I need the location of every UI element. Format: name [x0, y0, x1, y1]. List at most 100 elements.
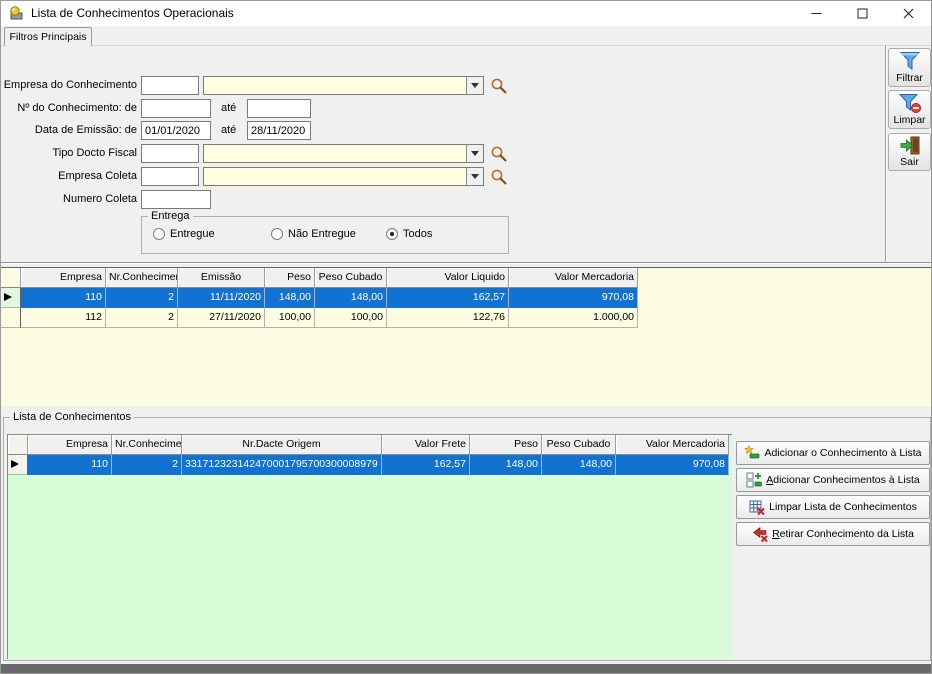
limpar-lista-button[interactable]: Limpar Lista de Conhecimentos — [736, 495, 930, 519]
empresa-coleta-label: Empresa Coleta — [1, 170, 137, 182]
empresa-coleta-code-input[interactable] — [141, 167, 199, 186]
tipo-docto-fiscal-search-button[interactable] — [490, 145, 508, 163]
grid2-cell: 162,57 — [382, 455, 470, 475]
close-button[interactable] — [885, 1, 931, 26]
grid1-cell: 162,57 — [387, 288, 509, 308]
radio-entregue[interactable]: Entregue — [153, 228, 215, 240]
app-window: Lista de Conhecimentos Operacionais Filt… — [0, 0, 932, 674]
grid1-col-emissao: Emissão — [178, 268, 265, 288]
data-emissao-de-input[interactable] — [141, 121, 211, 140]
grid1-col-nr-conhecimento: Nr.Conhecimento — [106, 268, 178, 288]
empresa-conhecimento-code-input[interactable] — [141, 76, 199, 95]
filter-funnel-icon — [898, 51, 922, 71]
window-controls — [793, 1, 931, 26]
sair-label: Sair — [900, 156, 919, 168]
sair-button[interactable]: Sair — [888, 133, 931, 171]
grid2-header-row: Empresa Nr.Conhecimento Nr.Dacte Origem … — [8, 435, 732, 455]
empresa-coleta-combo-dropdown[interactable] — [466, 168, 483, 185]
grid1-cell: 100,00 — [315, 308, 387, 328]
tipo-docto-fiscal-combo-dropdown[interactable] — [466, 145, 483, 162]
row-indicator-icon — [11, 460, 19, 468]
radio-todos-label: Todos — [403, 228, 432, 240]
grid2-cell-dacte: 331712323142470001795700300008979 — [182, 455, 382, 475]
tabstrip-baseline — [1, 45, 932, 46]
grid1-header-row: Empresa Nr.Conhecimento Emissão Peso Pes… — [1, 268, 932, 288]
horizontal-divider — [1, 262, 932, 264]
grid2-cell: 970,08 — [616, 455, 729, 475]
button-label: Adicionar o Conhecimento à Lista — [764, 447, 921, 459]
tipo-docto-fiscal-combo[interactable] — [203, 144, 484, 163]
empresa-conhecimento-combo-value — [204, 77, 466, 94]
tipo-docto-fiscal-combo-value — [204, 145, 466, 162]
grid2-row-selected[interactable]: 110 2 331712323142470001795700300008979 … — [8, 455, 732, 475]
tipo-docto-fiscal-label: Tipo Docto Fiscal — [1, 147, 137, 159]
grid2-row1-indicator — [8, 455, 28, 475]
grid1-col-peso-cubado: Peso Cubado — [315, 268, 387, 288]
empresa-conhecimento-combo[interactable] — [203, 76, 484, 95]
grid2-col-valor-mercadoria: Valor Mercadoria — [616, 435, 729, 455]
entrega-groupbox: Entrega Entregue Não Entregue Todos — [141, 216, 509, 254]
add-multiple-icon — [746, 472, 762, 488]
grid1-cell: 2 — [106, 288, 178, 308]
minimize-button[interactable] — [793, 1, 839, 26]
filter-clear-icon — [898, 93, 922, 113]
grid2-cell: 148,00 — [470, 455, 542, 475]
grid2-cell: 148,00 — [542, 455, 616, 475]
retirar-conhecimento-button[interactable]: Retirar Conhecimento da Lista — [736, 522, 930, 546]
grid2-col-empresa: Empresa — [28, 435, 112, 455]
radio-checked-icon — [386, 228, 398, 240]
empresa-coleta-combo[interactable] — [203, 167, 484, 186]
numero-coleta-input[interactable] — [141, 190, 211, 209]
grid1-cell: 2 — [106, 308, 178, 328]
grid1-cell: 112 — [21, 308, 106, 328]
grid2-col-valor-frete: Valor Frete — [382, 435, 470, 455]
nr-conhecimento-de-input[interactable] — [141, 99, 211, 118]
grid1-row-selected[interactable]: 110 2 11/11/2020 148,00 148,00 162,57 97… — [1, 288, 932, 308]
data-emissao-ate-input[interactable] — [247, 121, 311, 140]
empresa-coleta-combo-value — [204, 168, 466, 185]
nr-conhecimento-ate-input[interactable] — [247, 99, 311, 118]
numero-coleta-label: Numero Coleta — [1, 193, 137, 205]
search-icon — [490, 168, 508, 186]
tipo-docto-fiscal-code-input[interactable] — [141, 144, 199, 163]
adicionar-conhecimentos-button[interactable]: Adicionar Conhecimentos à Lista — [736, 468, 930, 492]
maximize-button[interactable] — [839, 1, 885, 26]
lista-conhecimentos-grid: Empresa Nr.Conhecimento Nr.Dacte Origem … — [7, 434, 732, 659]
empresa-conhecimento-search-button[interactable] — [490, 77, 508, 95]
filtrar-button[interactable]: Filtrar — [888, 48, 931, 87]
limpar-label: Limpar — [893, 114, 925, 126]
nr-conhecimento-label: Nº do Conhecimento: de — [1, 102, 137, 114]
radio-nao-entregue[interactable]: Não Entregue — [271, 228, 356, 240]
clear-list-icon — [749, 499, 765, 515]
grid1-cell: 122,76 — [387, 308, 509, 328]
title-bar: Lista de Conhecimentos Operacionais — [1, 1, 931, 26]
grid1-row2-indicator — [1, 308, 21, 328]
conhecimentos-grid: Empresa Nr.Conhecimento Emissão Peso Pes… — [1, 267, 932, 406]
nr-conhecimento-ate-label: até — [221, 102, 236, 114]
grid2-cell: 2 — [112, 455, 182, 475]
app-icon[interactable] — [8, 5, 24, 21]
radio-todos[interactable]: Todos — [386, 228, 432, 240]
grid1-cell: 27/11/2020 — [178, 308, 265, 328]
button-label: dicionar Conhecimentos à Lista — [773, 474, 920, 486]
grid1-col-valor-mercadoria: Valor Mercadoria — [509, 268, 638, 288]
empresa-coleta-search-button[interactable] — [490, 168, 508, 186]
tab-filtros-principais[interactable]: Filtros Principais — [4, 27, 92, 46]
limpar-button[interactable]: Limpar — [888, 90, 931, 129]
grid1-col-empresa: Empresa — [21, 268, 106, 288]
button-label: Limpar Lista de Conhecimentos — [769, 501, 917, 513]
grid2-cell: 110 — [28, 455, 112, 475]
grid1-indicator-header — [1, 268, 21, 288]
grid2-col-peso-cubado: Peso Cubado — [542, 435, 616, 455]
adicionar-conhecimento-button[interactable]: Adicionar o Conhecimento à Lista — [736, 441, 930, 465]
button-label: etirar Conhecimento da Lista — [780, 528, 914, 540]
radio-icon — [153, 228, 165, 240]
empresa-conhecimento-combo-dropdown[interactable] — [466, 77, 483, 94]
minimize-icon — [811, 8, 822, 19]
lista-conhecimentos-group-label: Lista de Conhecimentos — [10, 411, 134, 423]
grid1-cell: 148,00 — [265, 288, 315, 308]
grid1-cell: 100,00 — [265, 308, 315, 328]
row-indicator-icon — [4, 293, 12, 301]
grid1-row[interactable]: 112 2 27/11/2020 100,00 100,00 122,76 1.… — [1, 308, 932, 328]
grid2-col-peso: Peso — [470, 435, 542, 455]
